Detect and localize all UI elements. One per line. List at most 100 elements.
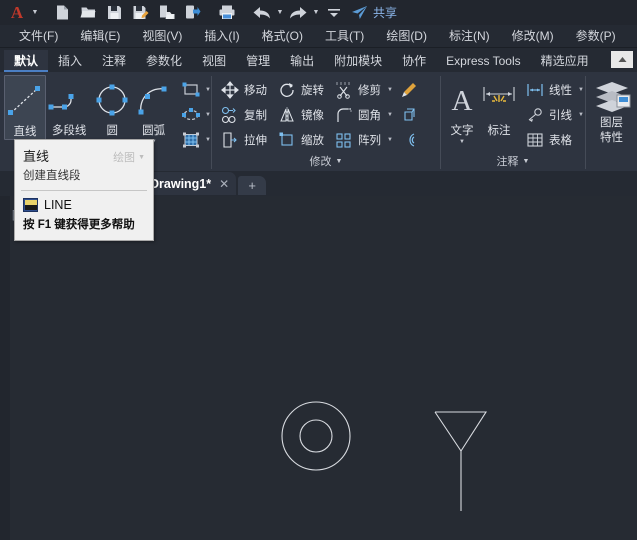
mirror-icon — [277, 105, 297, 125]
funnel-triangle[interactable] — [435, 411, 488, 452]
share-button[interactable]: 共享 — [351, 4, 397, 21]
panel-modify-label[interactable]: 修改 ▼ — [212, 153, 440, 171]
save-as-button[interactable] — [127, 1, 153, 24]
annotation-dimension-label: 标注 — [487, 125, 511, 137]
menu-insert[interactable]: 插入(I) — [193, 25, 250, 48]
modify-fillet-caret-icon[interactable]: ▼ — [385, 112, 393, 118]
draw-ellipse-row[interactable]: ▼ — [181, 102, 211, 127]
panel-annotation: A 文字 ▼ 标注 线性 ▼ 引线 ▼ 表格 注释 ▼ — [441, 72, 585, 171]
panel-annotation-label-text: 注释 — [496, 156, 519, 168]
save-button[interactable] — [101, 1, 127, 24]
menu-format[interactable]: 格式(O) — [251, 25, 314, 48]
modify-col-4 — [399, 75, 419, 152]
tab-parametric[interactable]: 参数化 — [136, 50, 192, 72]
tab-manage[interactable]: 管理 — [236, 50, 280, 72]
tab-featured-apps[interactable]: 精选应用 — [531, 50, 599, 72]
modify-copy-button[interactable]: 复制 — [218, 102, 269, 127]
inner-circle[interactable] — [299, 419, 333, 453]
panel-annotation-caret-icon[interactable]: ▼ — [523, 153, 530, 171]
annotation-small-col: 线性 ▼ 引线 ▼ 表格 — [523, 75, 586, 152]
rectangle-caret-icon[interactable]: ▼ — [203, 87, 211, 93]
modify-move-button[interactable]: 移动 — [218, 77, 269, 102]
new-tab-button[interactable]: + — [238, 176, 267, 195]
annotation-table-label: 表格 — [549, 134, 572, 147]
application-menu-caret-icon[interactable]: ▼ — [30, 1, 40, 24]
tab-view[interactable]: 视图 — [192, 50, 236, 72]
menu-view[interactable]: 视图(V) — [131, 25, 193, 48]
customize-qat-button[interactable] — [321, 1, 347, 24]
close-icon[interactable]: ✕ — [219, 177, 229, 191]
application-menu-button[interactable]: A — [4, 1, 30, 24]
outer-circle[interactable] — [281, 401, 351, 471]
annotation-leader-button[interactable]: 引线 ▼ — [523, 102, 586, 127]
drawing-tab[interactable]: Drawing1* ✕ — [140, 172, 237, 195]
modify-array-caret-icon[interactable]: ▼ — [385, 137, 393, 143]
redo-dropdown-icon[interactable]: ▼ — [311, 1, 321, 24]
annotation-table-button[interactable]: 表格 — [523, 127, 586, 152]
draw-polyline-button[interactable]: 多段线 — [46, 75, 92, 138]
panel-modify-caret-icon[interactable]: ▼ — [336, 153, 343, 171]
modify-match-properties-row[interactable] — [399, 77, 419, 102]
modify-mirror-button[interactable]: 镜像 — [275, 102, 326, 127]
funnel-left-edge[interactable] — [434, 411, 462, 452]
draw-arc-button[interactable]: 圆弧 ▼ — [132, 75, 175, 145]
modify-array-button[interactable]: 阵列 ▼ — [332, 127, 395, 152]
rotate-icon — [277, 80, 297, 100]
modify-stretch-button[interactable]: 拉伸 — [218, 127, 269, 152]
draw-circle-button[interactable]: 圆 ▼ — [92, 75, 132, 145]
modify-trim-button[interactable]: 修剪 ▼ — [332, 77, 395, 102]
annotation-linear-button[interactable]: 线性 ▼ — [523, 77, 586, 102]
annotation-text-button[interactable]: A 文字 ▼ — [445, 75, 479, 145]
layer-properties-button[interactable]: 图层 特性 — [587, 75, 637, 145]
menu-parametric[interactable]: 参数(P) — [565, 25, 627, 48]
menu-draw[interactable]: 绘图(D) — [375, 25, 438, 48]
tab-express-tools[interactable]: Express Tools — [436, 50, 530, 72]
plot-button[interactable] — [214, 1, 240, 24]
tab-addins[interactable]: 附加模块 — [324, 50, 392, 72]
modify-trim-label: 修剪 — [358, 84, 381, 97]
annotation-linear-caret-icon[interactable]: ▼ — [576, 87, 584, 93]
annotation-text-caret-icon[interactable]: ▼ — [459, 139, 465, 145]
modify-scale-button[interactable]: 缩放 — [275, 127, 326, 152]
ellipse-caret-icon[interactable]: ▼ — [203, 112, 211, 118]
annotation-leader-caret-icon[interactable]: ▼ — [576, 112, 584, 118]
layers-icon — [592, 79, 632, 115]
tab-annotate[interactable]: 注释 — [92, 50, 136, 72]
modify-trim-caret-icon[interactable]: ▼ — [385, 87, 393, 93]
redo-button[interactable] — [285, 1, 311, 24]
menu-tools[interactable]: 工具(T) — [314, 25, 375, 48]
draw-polyline-label: 多段线 — [51, 125, 87, 137]
drawing-canvas[interactable]: [-][俯视][二维线框] — [0, 196, 637, 540]
modify-mirror-label: 镜像 — [301, 109, 324, 122]
menu-dimension[interactable]: 标注(N) — [438, 25, 501, 48]
draw-line-button[interactable]: 直线 — [4, 75, 46, 140]
panel-annotation-label[interactable]: 注释 ▼ — [441, 153, 585, 171]
new-file-button[interactable] — [49, 1, 75, 24]
linear-dim-icon — [525, 80, 545, 100]
menu-edit[interactable]: 编辑(E) — [69, 25, 131, 48]
export-button[interactable] — [153, 1, 179, 24]
annotation-text-label: 文字 — [450, 125, 474, 137]
modify-fillet-button[interactable]: 圆角 ▼ — [332, 102, 395, 127]
modify-rotate-button[interactable]: 旋转 — [275, 77, 326, 102]
tab-collaborate[interactable]: 协作 — [392, 50, 436, 72]
cloud-sync-button[interactable] — [179, 1, 205, 24]
menu-file[interactable]: 文件(F) — [8, 25, 69, 48]
undo-button[interactable] — [249, 1, 275, 24]
hatch-caret-icon[interactable]: ▼ — [203, 137, 211, 143]
annotation-dimension-button[interactable]: 标注 — [479, 75, 519, 138]
undo-dropdown-icon[interactable]: ▼ — [275, 1, 285, 24]
menu-modify[interactable]: 修改(M) — [501, 25, 565, 48]
panel-layers-label — [586, 153, 637, 171]
tab-insert[interactable]: 插入 — [48, 50, 92, 72]
text-icon: A — [445, 79, 479, 121]
draw-rectangle-row[interactable]: ▼ — [181, 77, 211, 102]
ribbon-collapse-button[interactable] — [611, 51, 633, 68]
draw-hatch-row[interactable]: ▼ — [181, 127, 211, 152]
tooltip-ghost-label: 绘图 ▼ — [113, 149, 145, 165]
tab-home[interactable]: 默认 — [4, 50, 49, 72]
modify-explode-row[interactable] — [399, 102, 419, 127]
open-file-button[interactable] — [75, 1, 101, 24]
modify-offset-row[interactable] — [399, 127, 419, 152]
tab-output[interactable]: 输出 — [280, 50, 324, 72]
